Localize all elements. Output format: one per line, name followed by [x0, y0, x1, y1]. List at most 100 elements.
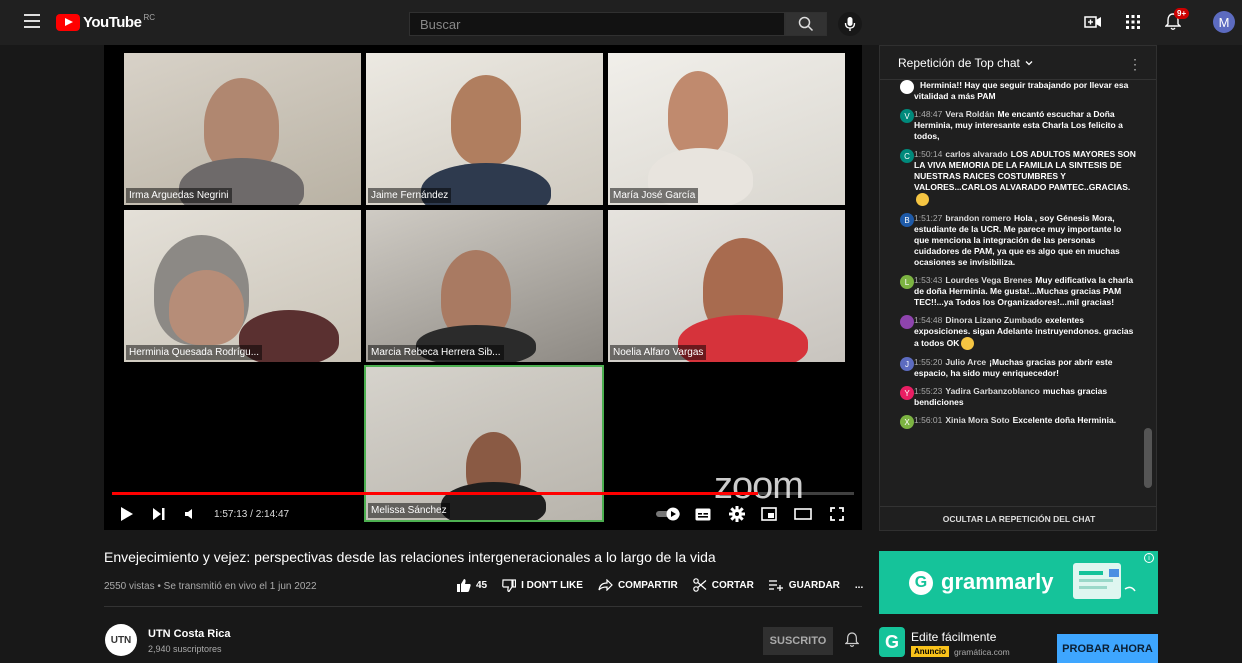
- like-button[interactable]: 45: [457, 578, 488, 592]
- chat-author-name[interactable]: Vera Roldán: [945, 109, 994, 119]
- search-input[interactable]: [410, 13, 784, 35]
- video-actions: 45 I DON'T LIKE COMPARTIR CORTAR GUARDAR…: [457, 578, 878, 592]
- chat-author-avatar[interactable]: Y: [900, 386, 914, 400]
- fullscreen-button[interactable]: [830, 505, 844, 523]
- voice-search-button[interactable]: [838, 12, 862, 36]
- video-player[interactable]: Irma Arguedas Negrini Jaime Fernández Ma…: [104, 45, 862, 530]
- chat-scroll-thumb[interactable]: [1144, 428, 1152, 488]
- channel-notifications-button[interactable]: [844, 632, 860, 653]
- search-button[interactable]: [785, 12, 827, 36]
- chat-author-avatar[interactable]: C: [900, 149, 914, 163]
- ad-brand-name: grammarly: [941, 569, 1054, 594]
- subscribed-button[interactable]: SUSCRITO: [763, 627, 833, 655]
- chat-author-name[interactable]: Xinia Mora Soto: [945, 415, 1009, 425]
- like-count: 45: [476, 579, 488, 591]
- miniplayer-icon: [761, 507, 777, 521]
- chat-message: V 1:48:47 Vera Roldán Me encantó escuchar a…: [880, 109, 1142, 142]
- chat-author-avatar[interactable]: V: [900, 109, 914, 123]
- chat-author-name[interactable]: Yadira Garbanzoblanco: [945, 386, 1039, 396]
- chat-author-avatar[interactable]: L: [900, 275, 914, 289]
- chat-timestamp: 1:51:27: [914, 213, 943, 223]
- chat-message: 1:54:48 Dinora Lizano Zumbado exelentes ex…: [880, 315, 1142, 350]
- volume-button[interactable]: [184, 505, 196, 523]
- save-button[interactable]: GUARDAR: [768, 579, 840, 591]
- divider: [104, 606, 862, 607]
- thumbs-down-icon: [502, 578, 517, 592]
- chat-author-avatar[interactable]: J: [900, 357, 914, 371]
- more-actions-button[interactable]: ...: [855, 580, 863, 591]
- chat-scrollbar[interactable]: [1144, 80, 1152, 500]
- participant-video: [668, 71, 728, 156]
- menu-icon[interactable]: [24, 14, 40, 28]
- chat-message: J 1:55:20 Julio Arce ¡Muchas gracias por ab…: [880, 357, 1142, 379]
- video-title: Envejecimiento y vejez: perspectivas des…: [104, 549, 716, 565]
- progress-bar[interactable]: [112, 492, 854, 495]
- chat-author-avatar[interactable]: [900, 80, 914, 94]
- clip-button[interactable]: CORTAR: [692, 578, 754, 592]
- chat-author-name[interactable]: Julio Arce: [945, 357, 986, 367]
- dislike-label: I DON'T LIKE: [521, 579, 583, 591]
- fullscreen-icon: [830, 507, 844, 521]
- youtube-play-icon: [56, 14, 80, 31]
- youtube-logo[interactable]: YouTube RC: [56, 13, 155, 31]
- chat-author-avatar[interactable]: B: [900, 213, 914, 227]
- emoji-icon: [961, 337, 975, 350]
- notifications-button[interactable]: 9+: [1164, 8, 1190, 31]
- chat-author-name[interactable]: Dinora Lizano Zumbado: [945, 315, 1042, 325]
- ad-info-icon[interactable]: i: [1144, 553, 1154, 563]
- region-code: RC: [143, 13, 155, 22]
- play-button[interactable]: [120, 505, 134, 523]
- chat-timestamp: 1:56:01: [914, 415, 943, 425]
- ad-card[interactable]: G Edite fácilmente Anuncio gramática.com…: [879, 624, 1158, 663]
- chat-header[interactable]: Repetición de Top chat ⋮: [880, 46, 1156, 80]
- subtitles-button[interactable]: [695, 505, 711, 523]
- miniplayer-button[interactable]: [761, 505, 777, 523]
- clip-label: CORTAR: [711, 579, 754, 591]
- autoplay-toggle[interactable]: [656, 505, 682, 523]
- next-button[interactable]: [152, 505, 166, 523]
- share-button[interactable]: COMPARTIR: [598, 579, 678, 591]
- chat-author-name[interactable]: Lourdes Vega Brenes: [945, 275, 1032, 285]
- participant-video: [169, 270, 244, 345]
- chat-timestamp: 1:55:23: [914, 386, 943, 396]
- time-display: 1:57:13 / 2:14:47: [214, 509, 290, 520]
- playlist-add-icon: [768, 580, 783, 591]
- chat-more-icon[interactable]: ⋮: [1128, 56, 1142, 73]
- subscriber-count: 2,940 suscriptores: [148, 644, 222, 654]
- gear-icon: [729, 506, 745, 522]
- chat-message: C 1:50:14 carlos alvarado LOS ADULTOS MAYOR…: [880, 149, 1142, 206]
- notification-badge: 9+: [1174, 8, 1190, 19]
- ad-label-badge: Anuncio: [911, 646, 949, 657]
- channel-name[interactable]: UTN Costa Rica: [148, 628, 231, 640]
- create-video-icon[interactable]: [1084, 13, 1102, 31]
- hide-chat-replay-button[interactable]: OCULTAR LA REPETICIÓN DEL CHAT: [880, 506, 1156, 530]
- subtitles-icon: [695, 508, 711, 520]
- chat-author-name[interactable]: brandon romero: [945, 213, 1011, 223]
- theater-mode-button[interactable]: [794, 505, 812, 523]
- account-avatar[interactable]: M: [1213, 11, 1235, 33]
- dislike-button[interactable]: I DON'T LIKE: [502, 578, 583, 592]
- settings-button[interactable]: [729, 505, 745, 523]
- chat-timestamp: 1:55:20: [914, 357, 943, 367]
- chat-author-name[interactable]: carlos alvarado: [945, 149, 1007, 159]
- chat-message: X 1:56:01 Xinia Mora Soto Excelente doña He…: [880, 415, 1142, 429]
- chat-author-avatar[interactable]: X: [900, 415, 914, 429]
- participant-tile: Irma Arguedas Negrini: [124, 53, 361, 205]
- apps-grid-icon[interactable]: [1124, 13, 1142, 31]
- participant-name: María José García: [610, 188, 699, 203]
- search-icon: [798, 16, 814, 32]
- participant-tile: Jaime Fernández: [366, 53, 603, 205]
- emoji-icon: [916, 193, 929, 206]
- header-actions: 9+: [1084, 8, 1190, 31]
- chat-message: L 1:53:43 Lourdes Vega Brenes Muy edificati…: [880, 275, 1142, 308]
- ad-banner[interactable]: G grammarly i: [879, 551, 1158, 614]
- top-bar: YouTube RC 9+ M: [0, 0, 1242, 45]
- participant-tile: Marcia Rebeca Herrera Sib...: [366, 210, 603, 362]
- chat-message: B 1:51:27 brandon romero Hola , soy Génesis…: [880, 213, 1142, 268]
- try-now-button[interactable]: PROBAR AHORA: [1057, 634, 1158, 663]
- chat-mode-label: Repetición de Top chat: [898, 55, 1020, 70]
- logo-text: YouTube: [83, 14, 142, 31]
- channel-avatar[interactable]: UTN: [105, 624, 137, 656]
- player-controls: 1:57:13 / 2:14:47: [104, 497, 862, 530]
- chat-author-avatar[interactable]: [900, 315, 914, 329]
